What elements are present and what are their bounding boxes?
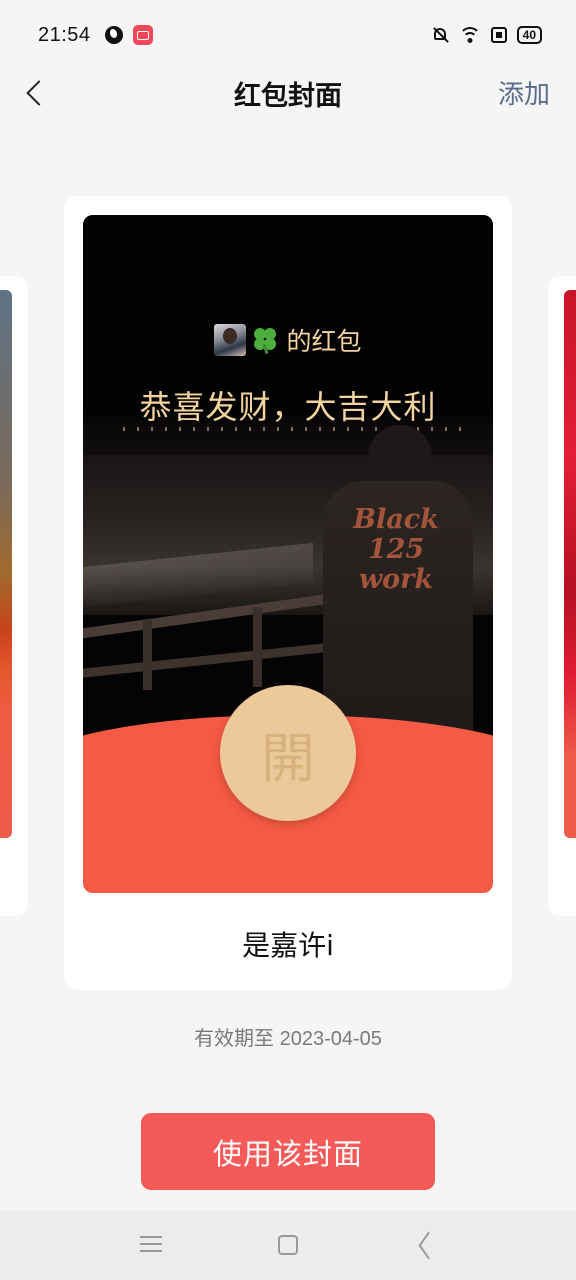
add-button[interactable]: 添加	[498, 74, 550, 111]
globe-icon	[104, 26, 123, 44]
back-icon[interactable]	[414, 1234, 436, 1256]
use-cover-button[interactable]: 使用该封面	[141, 1113, 435, 1190]
sender-label: 的红包	[286, 327, 362, 356]
previous-cover-image	[0, 290, 12, 838]
battery-icon: 40	[516, 26, 542, 44]
page-title: 红包封面	[234, 81, 342, 112]
sender-row: 的红包	[83, 320, 493, 360]
status-icons: 40	[431, 26, 542, 44]
blessing-text: 恭喜发财，大吉大利	[139, 388, 437, 426]
cover-card[interactable]: Black 125 work 的红包 恭喜发财，大吉大利 開 是嘉许i	[64, 196, 512, 990]
nav-bar: 红包封面 添加	[0, 70, 576, 114]
validity-text: 有效期至 2023-04-05	[194, 1028, 382, 1050]
next-cover-image	[564, 290, 576, 838]
status-bar: 21:54 40	[0, 0, 576, 70]
home-icon[interactable]	[278, 1235, 298, 1255]
system-nav-bar	[0, 1210, 576, 1280]
bell-off-icon	[431, 26, 449, 44]
open-button[interactable]: 開	[220, 685, 356, 821]
jacket-print: Black 125 work	[353, 504, 439, 595]
greeting: 的红包 恭喜发财，大吉大利	[83, 320, 493, 428]
wifi-icon	[458, 26, 481, 44]
menu-icon[interactable]	[140, 1234, 162, 1254]
avatar	[214, 324, 247, 356]
next-cover-card[interactable]	[548, 276, 576, 916]
cover-name: 是嘉许i	[242, 929, 334, 962]
clover-icon	[252, 326, 280, 355]
status-time: 21:54	[38, 23, 91, 46]
sim-icon	[490, 27, 507, 43]
red-packet-preview: Black 125 work 的红包 恭喜发财，大吉大利 開	[83, 215, 493, 893]
previous-cover-card[interactable]	[0, 276, 28, 916]
app-notification-icon	[132, 25, 153, 45]
